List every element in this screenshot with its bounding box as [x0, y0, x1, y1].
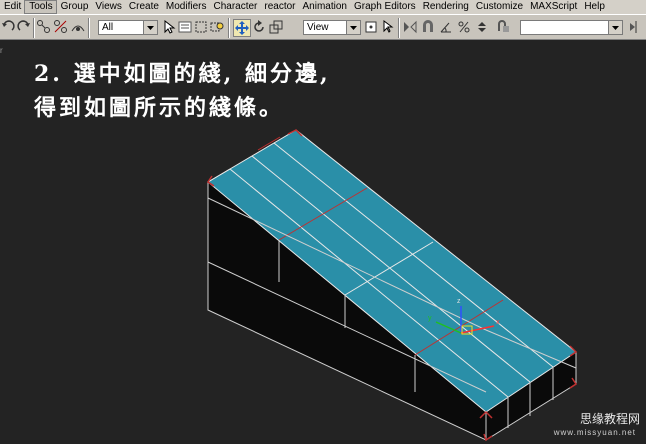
bind-to-space-warp-icon[interactable] [70, 19, 86, 35]
edit-named-selection-icon[interactable] [496, 19, 512, 35]
window-crossing-icon[interactable] [209, 19, 225, 35]
percent-snap-icon[interactable] [456, 19, 472, 35]
menu-item-create[interactable]: Create [125, 0, 162, 14]
reference-coordinate-dropdown[interactable]: View [303, 20, 361, 35]
mirror-icon[interactable] [402, 19, 418, 35]
reference-coordinate-value: View [307, 22, 329, 33]
select-and-link-icon[interactable] [36, 19, 52, 35]
rectangular-selection-icon[interactable] [193, 19, 209, 35]
menu-item-graph-editors[interactable]: Graph Editors [350, 0, 419, 14]
selection-filter-dropdown[interactable]: All [98, 20, 158, 35]
select-by-name-icon[interactable] [177, 19, 193, 35]
select-and-scale-icon[interactable] [268, 19, 284, 35]
svg-text:x: x [496, 319, 500, 326]
menu-item-reactor[interactable]: reactor [260, 0, 298, 14]
chevron-down-icon [608, 21, 622, 34]
select-and-manipulate-icon[interactable] [380, 19, 396, 35]
menu-item-customize[interactable]: Customize [472, 0, 526, 14]
menu-item-tools[interactable]: Tools [24, 0, 57, 14]
chevron-down-icon [143, 21, 157, 34]
unlink-selection-icon[interactable] [53, 19, 69, 35]
menu-item-edit[interactable]: Edit [0, 0, 24, 14]
instruction-line-2: 得到如圖所示的綫條。 [34, 95, 285, 121]
menu-bar: Edit Tools Group Views Create Modifiers Charac… [0, 0, 646, 14]
menu-item-animation[interactable]: Animation [299, 0, 350, 14]
spinner-snap-icon[interactable] [474, 19, 490, 35]
undo-icon[interactable] [0, 19, 16, 35]
menu-item-maxscript[interactable]: MAXScript [526, 0, 580, 14]
chevron-down-icon [346, 21, 360, 34]
select-object-icon[interactable] [161, 19, 177, 35]
watermark-url: www.missyuan.net [553, 428, 636, 437]
menu-item-help[interactable]: Help [580, 0, 608, 14]
instruction-line-1: 2. 選中如圖的綫, 細分邊, [34, 61, 331, 87]
named-selection-sets-dropdown[interactable] [520, 20, 623, 35]
pivot-point-center-icon[interactable] [363, 19, 379, 35]
redo-icon[interactable] [16, 19, 32, 35]
angle-snap-icon[interactable] [438, 19, 454, 35]
menu-item-views[interactable]: Views [91, 0, 125, 14]
menu-item-rendering[interactable]: Rendering [419, 0, 472, 14]
snap-toggle-icon[interactable] [420, 19, 436, 35]
svg-text:y: y [428, 315, 432, 322]
mirror-selected-icon[interactable] [628, 19, 644, 35]
watermark-site-name: 思缘教程网 [579, 412, 640, 426]
svg-text:z: z [457, 298, 461, 305]
selection-filter-value: All [102, 22, 114, 33]
select-and-move-icon[interactable] [233, 19, 251, 37]
menu-item-group[interactable]: Group [57, 0, 92, 14]
menu-item-character[interactable]: Character [209, 0, 260, 14]
menu-item-modifiers[interactable]: Modifiers [162, 0, 210, 14]
select-and-rotate-icon[interactable] [251, 19, 267, 35]
main-toolbar: All View [0, 14, 646, 40]
